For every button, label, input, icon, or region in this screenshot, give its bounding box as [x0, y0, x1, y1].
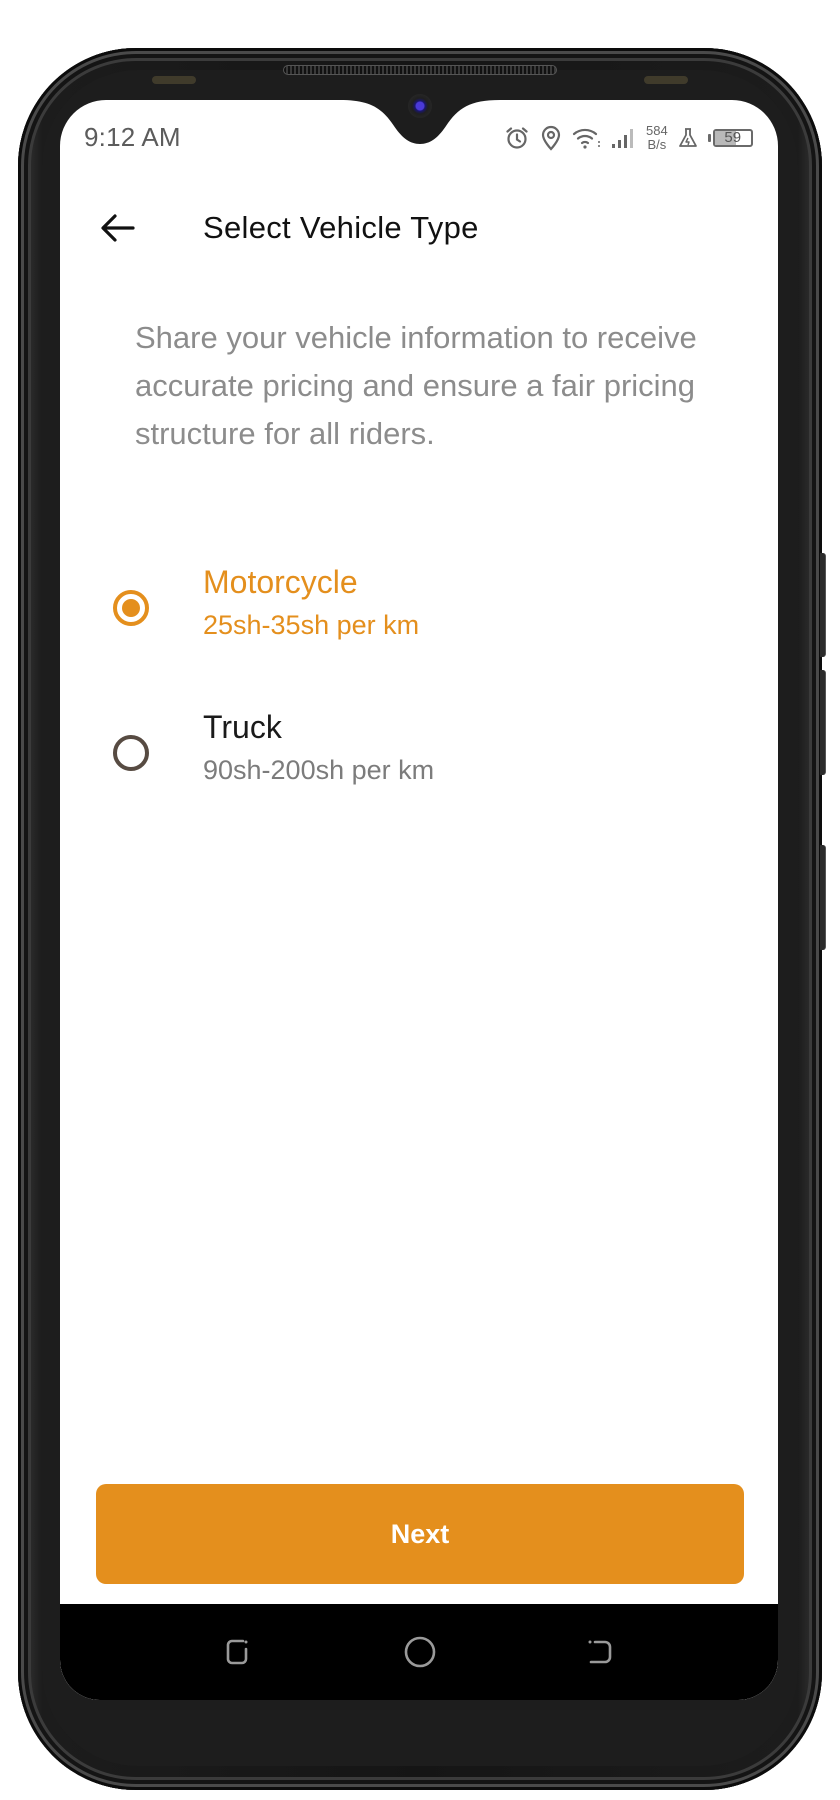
volume-down-button: [820, 670, 826, 775]
next-button[interactable]: Next: [96, 1484, 744, 1584]
arrow-left-icon: [101, 214, 135, 242]
sensor-left: [152, 76, 196, 84]
lab-icon: [678, 127, 698, 149]
system-back-button[interactable]: [580, 1632, 620, 1672]
battery-icon: 59: [712, 129, 753, 147]
radio-button-checked[interactable]: [113, 590, 149, 626]
signal-icon: [612, 126, 634, 150]
status-icons: 584 B/s 59: [504, 118, 753, 158]
option-price: 90sh-200sh per km: [203, 755, 435, 785]
front-camera: [408, 94, 432, 118]
battery-nub: [707, 134, 711, 142]
option-name: Motorcycle: [203, 564, 358, 600]
network-speed: 584 B/s: [646, 124, 668, 152]
back-icon: [588, 1640, 612, 1664]
home-icon: [404, 1636, 436, 1668]
location-icon: [540, 125, 562, 151]
alarm-icon: [504, 125, 530, 151]
power-button: [820, 845, 826, 950]
radio-button-unchecked[interactable]: [113, 735, 149, 771]
vehicle-option-motorcycle[interactable]: Motorcycle 25sh-35sh per km: [100, 550, 720, 660]
system-nav-bar: [60, 1604, 778, 1700]
back-button[interactable]: [94, 208, 142, 248]
option-name: Truck: [203, 709, 282, 745]
sensor-right: [644, 76, 688, 84]
battery-level: 59: [724, 129, 742, 146]
home-button[interactable]: [400, 1632, 440, 1672]
description-text: Share your vehicle information to receiv…: [135, 320, 697, 451]
volume-up-button: [820, 553, 826, 657]
app-screen: 9:12 AM 584 B/s 59 Select Vehicle Type S…: [60, 100, 778, 1700]
page-title: Select Vehicle Type: [203, 210, 479, 245]
earpiece-speaker: [283, 65, 557, 75]
option-price: 25sh-35sh per km: [203, 610, 420, 640]
vehicle-option-truck[interactable]: Truck 90sh-200sh per km: [100, 695, 720, 805]
network-speed-unit: B/s: [647, 137, 667, 152]
recents-icon: [226, 1639, 248, 1665]
recents-button[interactable]: [219, 1632, 259, 1672]
network-speed-value: 584: [646, 123, 668, 138]
wifi-icon: [572, 126, 602, 150]
status-time: 9:12 AM: [84, 122, 181, 152]
